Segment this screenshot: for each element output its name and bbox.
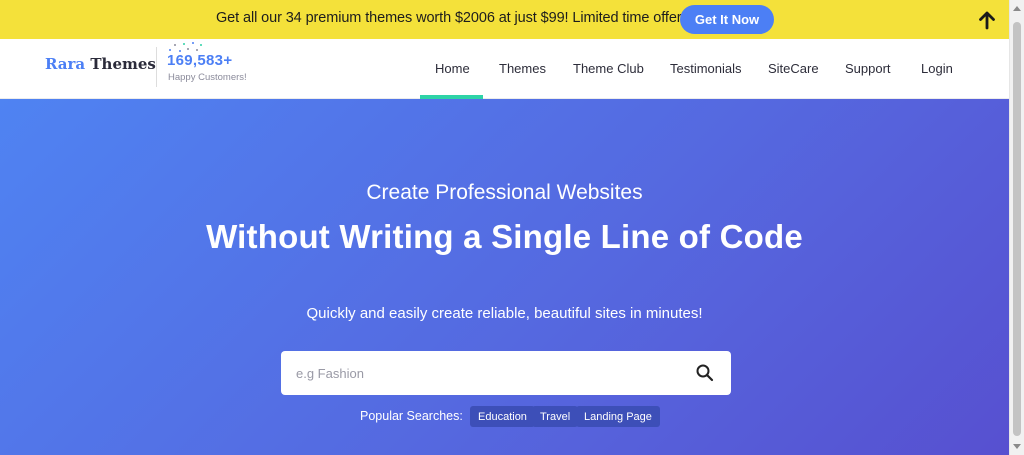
popular-tag-education[interactable]: Education: [470, 406, 535, 427]
search-icon[interactable]: [695, 363, 715, 383]
get-it-now-button[interactable]: Get It Now: [680, 5, 774, 34]
nav-support[interactable]: Support: [845, 61, 891, 76]
nav-sitecare[interactable]: SiteCare: [768, 61, 819, 76]
logo-text-rara: Rara: [45, 55, 86, 73]
nav-theme-club[interactable]: Theme Club: [573, 61, 644, 76]
promo-text: Get all our 34 premium themes worth $200…: [216, 10, 685, 26]
nav-login[interactable]: Login: [921, 61, 953, 76]
scroll-down-arrow-icon[interactable]: [1013, 444, 1021, 449]
hero-section: Create Professional Websites Without Wri…: [0, 99, 1009, 455]
promo-bar: Get all our 34 premium themes worth $200…: [0, 0, 1009, 39]
site-header: Rara Themes 169,583+ Happy Customers! Ho…: [0, 39, 1009, 99]
popular-tag-landing-page[interactable]: Landing Page: [576, 406, 660, 427]
page-scrollbar[interactable]: [1009, 0, 1024, 455]
nav-themes[interactable]: Themes: [499, 61, 546, 76]
scroll-up-arrow-icon[interactable]: [1013, 6, 1021, 11]
popular-tag-travel[interactable]: Travel: [532, 406, 579, 427]
nav-testimonials[interactable]: Testimonials: [670, 61, 742, 76]
site-logo[interactable]: Rara Themes: [45, 55, 156, 73]
header-divider: [156, 47, 157, 87]
nav-home[interactable]: Home: [435, 61, 470, 76]
logo-text-themes: Themes: [90, 55, 156, 73]
arrow-up-icon[interactable]: [976, 9, 998, 31]
customer-count: 169,583+: [167, 52, 233, 69]
scrollbar-thumb[interactable]: [1013, 22, 1021, 436]
hero-subtitle: Create Professional Websites: [366, 181, 643, 204]
search-input[interactable]: [281, 351, 681, 395]
hero-title: Without Writing a Single Line of Code: [206, 218, 803, 255]
search-box: [281, 351, 731, 395]
hero-description: Quickly and easily create reliable, beau…: [306, 305, 703, 322]
popular-searches-label: Popular Searches:: [360, 409, 463, 423]
customer-label: Happy Customers!: [168, 72, 247, 83]
